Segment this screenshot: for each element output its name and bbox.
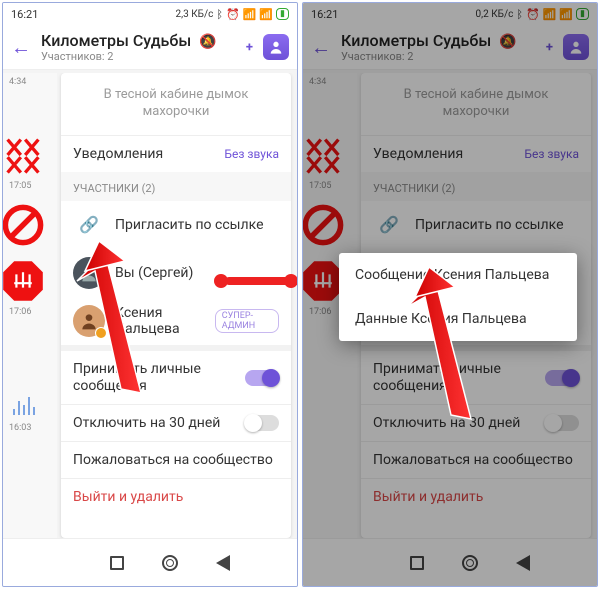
link-icon: 🔗 <box>373 209 405 241</box>
bluetooth-icon: ᛒ <box>516 8 523 21</box>
admin-badge-icon <box>95 327 107 339</box>
nav-bar <box>303 538 597 586</box>
alarm-icon: ⏰ <box>226 8 240 21</box>
voice-wave-icon <box>11 391 47 417</box>
bluetooth-icon: ᛒ <box>216 8 223 21</box>
report-row[interactable]: Пожаловаться на сообщество <box>61 442 291 478</box>
participant-you[interactable]: Вы (Сергей) <box>61 249 291 297</box>
popup-data[interactable]: Данные Ксения Пальцева <box>339 297 577 341</box>
mute-status: Без звука <box>524 147 579 161</box>
chat-subtitle: Участников: 2 <box>341 50 536 63</box>
disable-30-row[interactable]: Отключить на 30 дней <box>61 405 291 441</box>
report-row[interactable]: Пожаловаться на сообщество <box>361 442 591 478</box>
watermark-slash-icon <box>3 133 45 177</box>
chat-description: В тесной кабине дымок махорочки <box>61 73 291 135</box>
nav-recent[interactable] <box>410 556 424 570</box>
nav-back[interactable] <box>216 555 230 571</box>
super-admin-badge: СУПЕР-АДМИН <box>215 309 279 333</box>
statusbar: 16:21 0,2 КБ/с ᛒ ⏰ 📶 📶 ▮ <box>303 3 597 25</box>
chat-header: ← Километры Судьбы 🔕 Участников: 2 + <box>303 25 597 70</box>
add-plus-icon[interactable]: + <box>546 40 553 55</box>
status-time: 16:21 <box>11 8 38 21</box>
invite-link-row[interactable]: 🔗 Пригласить по ссылке <box>61 201 291 249</box>
alarm-icon: ⏰ <box>526 8 540 21</box>
invite-link-row[interactable]: 🔗 Пригласить по ссылке <box>361 201 591 249</box>
wifi-icon: 📶 <box>259 8 273 21</box>
nav-bar <box>3 538 297 586</box>
toggle-private-messages[interactable] <box>245 370 279 386</box>
battery-icon: ▮ <box>276 8 289 20</box>
nav-back[interactable] <box>516 555 530 571</box>
wifi-icon: 📶 <box>559 8 573 21</box>
notifications-row[interactable]: Уведомления Без звука <box>61 136 291 172</box>
watermark-stop-icon <box>3 259 45 303</box>
battery-icon: ▮ <box>576 8 589 20</box>
status-speed: 0,2 КБ/с <box>476 9 514 20</box>
avatar <box>73 305 105 337</box>
back-button[interactable]: ← <box>11 35 31 60</box>
private-messages-toggle-row[interactable]: Принимать личные сообщения <box>61 351 291 405</box>
chat-description: В тесной кабине дымок махорочки <box>361 73 591 135</box>
back-button[interactable]: ← <box>311 35 331 60</box>
notifications-row[interactable]: Уведомления Без звука <box>361 136 591 172</box>
toggle-disable-30[interactable] <box>245 415 279 431</box>
mute-status: Без звука <box>224 147 279 161</box>
chat-settings-panel: В тесной кабине дымок махорочки Уведомле… <box>61 73 291 538</box>
chat-subtitle: Участников: 2 <box>41 50 236 63</box>
participants-header: УЧАСТНИКИ (2) <box>361 172 591 201</box>
add-member-button[interactable] <box>563 34 589 60</box>
watermark-circle-slash-icon <box>3 203 45 247</box>
participants-header: УЧАСТНИКИ (2) <box>61 172 291 201</box>
leave-row[interactable]: Выйти и удалить <box>361 479 591 515</box>
leave-row[interactable]: Выйти и удалить <box>61 479 291 515</box>
chat-title: Километры Судьбы 🔕 <box>341 31 536 50</box>
watermark-circle-slash-icon <box>303 203 345 247</box>
signal-icon: 📶 <box>543 8 557 21</box>
disable-30-row[interactable]: Отключить на 30 дней <box>361 405 591 441</box>
nav-home[interactable] <box>462 555 478 571</box>
toggle-disable-30[interactable] <box>545 415 579 431</box>
toggle-private-messages[interactable] <box>545 370 579 386</box>
status-time: 16:21 <box>311 8 338 21</box>
statusbar: 16:21 2,3 КБ/с ᛒ ⏰ 📶 📶 ▮ <box>3 3 297 25</box>
watermark-slash-icon <box>303 133 345 177</box>
participant-member[interactable]: Ксения Пальцева СУПЕР-АДМИН <box>61 297 291 345</box>
popup-message[interactable]: Сообщение Ксения Пальцева <box>339 253 577 297</box>
add-member-button[interactable] <box>263 34 289 60</box>
mute-icon: 🔕 <box>499 34 516 50</box>
nav-recent[interactable] <box>110 556 124 570</box>
mute-icon: 🔕 <box>199 34 216 50</box>
phone-right: 16:21 0,2 КБ/с ᛒ ⏰ 📶 📶 ▮ ← Километры Суд… <box>302 2 598 587</box>
avatar <box>73 257 105 289</box>
status-speed: 2,3 КБ/с <box>176 9 214 20</box>
chat-preview-strip: 4:34 17:05 17:06 16:03 <box>3 73 57 538</box>
private-messages-toggle-row[interactable]: Принимать личные сообщения <box>361 351 591 405</box>
link-icon: 🔗 <box>73 209 105 241</box>
context-popup: Сообщение Ксения Пальцева Данные Ксения … <box>339 253 577 341</box>
chat-title: Километры Судьбы 🔕 <box>41 31 236 50</box>
nav-home[interactable] <box>162 555 178 571</box>
chat-header: ← Километры Судьбы 🔕 Участников: 2 + <box>3 25 297 70</box>
add-plus-icon[interactable]: + <box>246 40 253 55</box>
phone-left: 16:21 2,3 КБ/с ᛒ ⏰ 📶 📶 ▮ ← Километры Суд… <box>2 2 298 587</box>
signal-icon: 📶 <box>243 8 257 21</box>
